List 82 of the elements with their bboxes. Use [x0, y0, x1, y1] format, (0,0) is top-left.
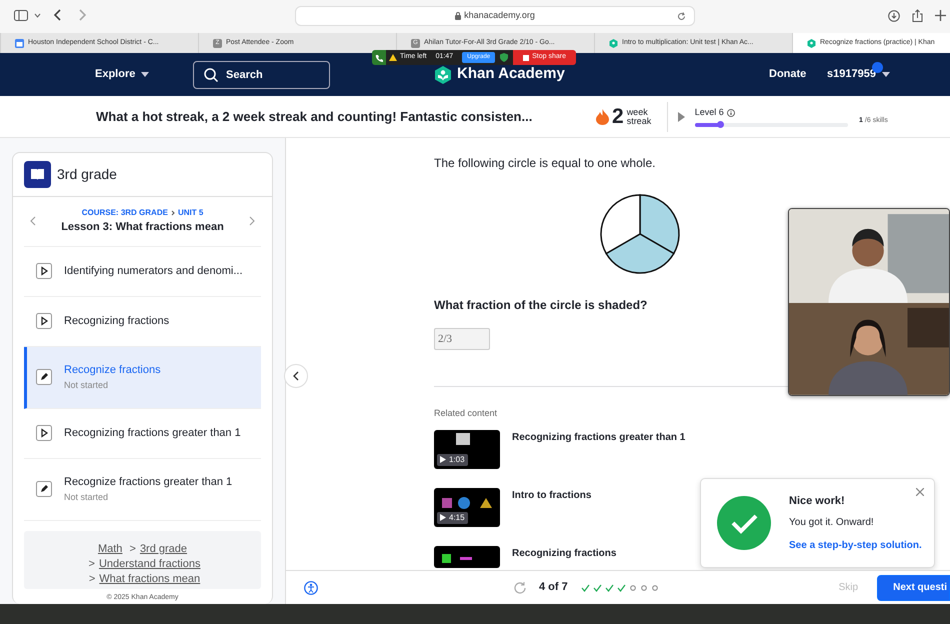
item-title: Recognize fractions greater than 1: [64, 475, 232, 490]
question-prompt: The following circle is equal to one whole.: [434, 155, 656, 172]
solution-link[interactable]: See a step-by-step solution.: [789, 538, 922, 554]
play-icon: [440, 514, 446, 521]
leaf-logo-icon[interactable]: [435, 66, 451, 84]
share-icon[interactable]: [912, 9, 923, 22]
stop-icon: [523, 54, 530, 60]
explore-label[interactable]: Explore: [95, 66, 136, 83]
breadcrumb-link[interactable]: What fractions mean: [99, 573, 200, 586]
lesson-item[interactable]: Identifying numerators and denomi...: [24, 246, 261, 296]
duration-text: 4:15: [449, 512, 465, 524]
item-title: Recognizing fractions: [64, 314, 170, 329]
accessibility-icon[interactable]: [304, 580, 318, 594]
address-bar[interactable]: khanacademy.org: [295, 6, 695, 26]
item-title: Recognizing fractions greater than 1: [64, 426, 241, 441]
pencil-icon: [36, 481, 52, 497]
item-title: Identifying numerators and denomi...: [64, 264, 243, 279]
chevron-right-icon: [170, 210, 175, 216]
course-title: 3rd grade: [57, 165, 117, 184]
item-title: Recognize fractions: [64, 363, 161, 378]
level-label: Level 6: [694, 106, 724, 120]
caret-icon: [882, 72, 890, 77]
streak-count: 2: [612, 106, 624, 127]
search-field[interactable]: Search: [193, 61, 330, 89]
chevron-right-icon[interactable]: [249, 216, 255, 226]
chevron-down-icon[interactable]: [34, 12, 41, 18]
back-icon[interactable]: [53, 9, 61, 21]
breadcrumb-link[interactable]: 3rd grade: [140, 542, 188, 554]
chevron-left-icon: [293, 371, 299, 381]
unit-link[interactable]: UNIT 5: [178, 207, 204, 219]
lesson-title: Lesson 3: What fractions mean: [61, 220, 224, 235]
streak-message: What a hot streak, a 2 week streak and counting! Fantastic consisten...: [96, 108, 534, 126]
plus-icon[interactable]: [935, 10, 946, 21]
related-title[interactable]: Recognizing fractions greater than 1: [512, 430, 686, 444]
caret-icon: [141, 72, 150, 77]
duration-text: 1:03: [449, 454, 465, 466]
breadcrumb-link[interactable]: Math: [98, 542, 122, 554]
donate-link[interactable]: Donate: [769, 53, 806, 96]
sidebar-icon[interactable]: [14, 10, 28, 20]
breadcrumb-separator: >: [88, 558, 95, 570]
course-link[interactable]: COURSE: 3RD GRADE: [82, 207, 168, 219]
book-icon: [24, 161, 51, 188]
play-icon: [36, 313, 52, 329]
flame-icon: [596, 108, 609, 124]
calendar-icon: [15, 38, 24, 48]
next-button[interactable]: Next questi: [877, 574, 950, 600]
pencil-icon: [36, 369, 52, 385]
item-status: Not started: [64, 378, 110, 392]
collapse-button[interactable]: [284, 364, 308, 388]
lesson-item[interactable]: Recognizing fractions greater than 1: [24, 408, 261, 458]
address-text: khanacademy.org: [464, 9, 535, 22]
search-icon: [204, 68, 218, 82]
related-heading: Related content: [434, 407, 498, 420]
reload-icon[interactable]: [677, 12, 686, 21]
answer-field[interactable]: 2/3: [434, 328, 490, 350]
check-circle-icon: [717, 496, 771, 550]
item-status: Not started: [64, 490, 110, 504]
site-logo[interactable]: Khan Academy: [457, 63, 565, 86]
breadcrumb-separator: >: [88, 573, 96, 586]
streak-unit: week streak: [626, 108, 652, 125]
toast-message: You got it. Onward!: [789, 516, 875, 530]
close-icon[interactable]: [916, 488, 924, 496]
question-text: What fraction of the circle is shaded?: [434, 297, 648, 314]
shield-icon: [500, 53, 508, 62]
user-menu[interactable]: s1917959: [827, 66, 876, 83]
download-icon[interactable]: [888, 10, 900, 22]
progress-count: 4 of 7: [539, 580, 568, 596]
info-icon[interactable]: [726, 109, 735, 117]
related-title[interactable]: Recognizing fractions: [512, 546, 616, 560]
phone-icon[interactable]: [375, 54, 383, 62]
play-icon[interactable]: [678, 112, 685, 122]
chevron-left-icon[interactable]: [30, 216, 36, 226]
lock-icon: [455, 12, 462, 20]
related-title[interactable]: Intro to fractions: [512, 488, 592, 502]
play-icon: [440, 456, 446, 463]
lesson-item[interactable]: Recognize fractions Not started: [24, 346, 261, 408]
breadcrumb-separator: >: [130, 542, 136, 554]
play-icon: [36, 425, 52, 441]
toast-title: Nice work!: [789, 494, 846, 509]
breadcrumb-link[interactable]: Understand fractions: [98, 558, 200, 570]
play-icon: [36, 263, 52, 279]
lesson-item[interactable]: Recognize fractions greater than 1 Not started: [24, 458, 261, 520]
